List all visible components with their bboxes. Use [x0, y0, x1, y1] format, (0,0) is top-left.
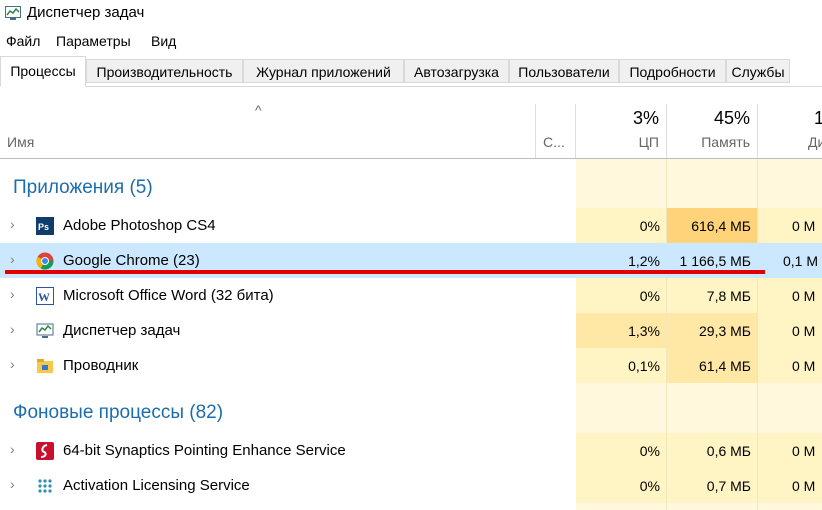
cpu-value: 1,3%: [576, 313, 666, 348]
svg-text:Ps: Ps: [38, 222, 49, 232]
tab-details[interactable]: Подробности: [619, 59, 726, 83]
column-header-row: ^ Имя С... 3% ЦП 45% Память 1 Ди: [0, 102, 822, 159]
licensing-service-icon: [38, 479, 52, 493]
expand-chevron-icon[interactable]: ›: [10, 251, 15, 267]
task-manager-icon: [5, 6, 21, 20]
cpu-value: 0%: [576, 433, 666, 468]
column-cpu[interactable]: ЦП: [576, 134, 659, 150]
photoshop-icon: Ps: [36, 217, 54, 235]
column-name[interactable]: Имя: [7, 134, 34, 150]
process-row[interactable]: › Проводник 0,1% 61,4 МБ 0 М: [0, 348, 822, 383]
menu-bar: Файл Параметры Вид: [0, 30, 822, 52]
process-list: Приложения (5) › Ps Adobe Photoshop CS4 …: [0, 159, 822, 510]
disk-value: 0 М: [758, 313, 822, 348]
chrome-icon: [36, 252, 54, 270]
memory-value: 29,3 МБ: [667, 313, 757, 348]
cpu-value: 0%: [576, 278, 666, 313]
expand-chevron-icon[interactable]: ›: [10, 216, 15, 232]
expand-chevron-icon[interactable]: ›: [10, 286, 15, 302]
disk-value: 0,1 М: [783, 253, 819, 269]
disk-total-percent[interactable]: 1: [758, 108, 822, 129]
svg-text:W: W: [38, 290, 50, 304]
column-status[interactable]: С...: [543, 134, 565, 150]
tab-services[interactable]: Службы: [726, 59, 790, 83]
group-header-background[interactable]: Фоновые процессы (82): [13, 402, 223, 424]
memory-value: 7,8 МБ: [667, 278, 757, 313]
expand-chevron-icon[interactable]: ›: [10, 441, 15, 457]
disk-value: 0 М: [758, 348, 822, 383]
tab-strip: Процессы Производительность Журнал прило…: [0, 56, 822, 87]
process-name: Google Chrome (23): [63, 252, 200, 269]
disk-value: 0 М: [758, 208, 822, 243]
process-name: Adobe Photoshop CS4: [63, 217, 216, 234]
expand-chevron-icon[interactable]: ›: [10, 476, 15, 492]
process-name: Activation Licensing Service: [63, 477, 250, 494]
process-row[interactable]: › Activation Licensing Service 0% 0,7 МБ…: [0, 468, 822, 503]
process-name: Проводник: [63, 357, 139, 374]
column-disk[interactable]: Ди: [758, 134, 822, 150]
window-title: Диспетчер задач: [27, 4, 145, 21]
process-row[interactable]: › Ps Adobe Photoshop CS4 0% 616,4 МБ 0 М: [0, 208, 822, 243]
memory-value: 0,7 МБ: [667, 468, 757, 503]
process-row[interactable]: › Диспетчер задач 1,3% 29,3 МБ 0 М: [0, 313, 822, 348]
sort-ascending-icon[interactable]: ^: [255, 102, 262, 118]
cpu-total-percent[interactable]: 3%: [576, 108, 659, 129]
memory-total-percent[interactable]: 45%: [667, 108, 750, 129]
disk-value: 0 М: [758, 278, 822, 313]
cpu-value: 0,1%: [576, 348, 666, 383]
process-row[interactable]: › W Microsoft Office Word (32 бита) 0% 7…: [0, 278, 822, 313]
tab-users[interactable]: Пользователи: [509, 59, 619, 83]
menu-options[interactable]: Параметры: [56, 33, 131, 49]
menu-view[interactable]: Вид: [151, 33, 176, 49]
memory-value: 616,4 МБ: [667, 208, 757, 243]
annotation-underline: [5, 270, 765, 274]
disk-value: 0 М: [758, 468, 822, 503]
column-memory[interactable]: Память: [667, 134, 750, 150]
synaptics-icon: [36, 442, 54, 460]
group-header-apps[interactable]: Приложения (5): [13, 177, 153, 199]
tab-app-history[interactable]: Журнал приложений: [243, 59, 404, 83]
explorer-folder-icon: [37, 359, 53, 373]
tab-processes[interactable]: Процессы: [0, 56, 86, 87]
title-bar: Диспетчер задач: [0, 0, 822, 28]
column-divider[interactable]: [535, 104, 536, 158]
expand-chevron-icon[interactable]: ›: [10, 321, 15, 337]
disk-value: 0 М: [758, 433, 822, 468]
expand-chevron-icon[interactable]: ›: [10, 356, 15, 372]
memory-value: 61,4 МБ: [667, 348, 757, 383]
process-name: 64-bit Synaptics Pointing Enhance Servic…: [63, 442, 346, 459]
tab-performance[interactable]: Производительность: [86, 59, 243, 83]
word-icon: W: [36, 287, 54, 305]
process-row[interactable]: › 64-bit Synaptics Pointing Enhance Serv…: [0, 433, 822, 468]
process-name: Диспетчер задач: [63, 322, 181, 339]
memory-value: 0,6 МБ: [667, 433, 757, 468]
cpu-value: 0%: [576, 468, 666, 503]
cpu-value: 0%: [576, 208, 666, 243]
process-name: Microsoft Office Word (32 бита): [63, 287, 274, 304]
tab-startup[interactable]: Автозагрузка: [404, 59, 509, 83]
menu-file[interactable]: Файл: [6, 33, 40, 49]
task-manager-icon: [36, 323, 54, 338]
